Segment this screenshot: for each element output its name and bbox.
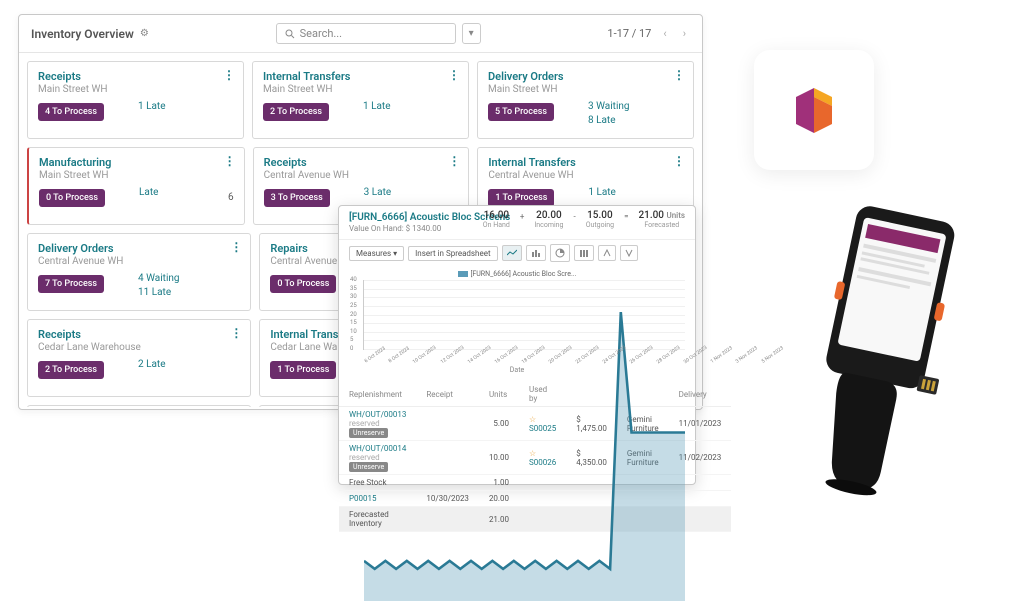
stat-forecast[interactable]: 21.00 UnitsForecasted [638,210,685,229]
card-title: Internal Transfers [488,156,683,169]
card-warehouse: Main Street WH [39,170,234,181]
chart-plot-area[interactable]: 0510152025303540 [363,280,685,350]
app-logo [754,50,874,170]
forecast-header: [FURN_6666] Acoustic Bloc Screens Value … [339,206,695,240]
measures-button[interactable]: Measures ▾ [349,246,404,261]
operation-card[interactable]: ⋮ReceiptsCedar Lane Warehouse 2 To Proces… [27,319,251,397]
stock-stats: 16.00On Hand + 20.00Incoming - 15.00Outg… [483,210,685,229]
to-process-button[interactable]: 2 To Process [38,361,104,379]
chart-legend: [FURN_6666] Acoustic Bloc Scre... [349,270,685,278]
card-warehouse: Cedar Lane Warehouse [38,342,240,353]
pager: 1-17 / 17 ‹ › [607,25,690,42]
filter-dropdown[interactable]: ▾ [462,23,481,44]
card-menu-icon[interactable]: ⋮ [448,154,460,168]
card-title: Receipts [264,156,459,169]
page-title: Inventory Overview [31,27,134,41]
card-status[interactable]: 4 Waiting11 Late [138,272,180,300]
card-warehouse: Main Street WH [38,84,233,95]
stat-incoming[interactable]: 20.00Incoming [534,210,563,229]
card-status[interactable]: 3 Late [364,186,392,200]
card-status[interactable]: 2 Late [138,358,166,372]
forecast-chart: [FURN_6666] Acoustic Bloc Scre... 051015… [339,266,695,378]
operation-card[interactable]: ⋮Internal TransfersMain Street WH 2 To Pr… [252,61,469,139]
card-menu-icon[interactable]: ⋮ [448,68,460,82]
card-menu-icon[interactable]: ⋮ [673,68,685,82]
stat-outgoing[interactable]: 15.00Outgoing [586,210,614,229]
pager-next[interactable]: › [679,25,690,42]
card-menu-icon[interactable]: ⋮ [230,240,242,254]
sort-desc-icon[interactable] [620,245,638,261]
card-warehouse: Main Street WH [263,84,458,95]
card-warehouse: Central Avenue WH [488,170,683,181]
to-process-button[interactable]: 3 To Process [264,189,330,207]
search-placeholder: Search... [300,27,343,40]
chart-type-pie-icon[interactable] [550,244,570,262]
sort-asc-icon[interactable] [598,245,616,261]
to-process-button[interactable]: 1 To Process [270,361,336,379]
topbar: Inventory Overview ⚙ Search... ▾ 1-17 / … [19,15,702,53]
operation-card[interactable]: ⋮ManufacturingMain Street WH 0 To Process… [27,147,245,225]
to-process-button[interactable]: 7 To Process [38,275,104,293]
pager-text: 1-17 / 17 [607,27,651,40]
card-title: Receipts [38,70,233,83]
to-process-button[interactable]: 2 To Process [263,103,329,121]
card-menu-icon[interactable]: ⋮ [230,326,242,340]
forecast-panel: [FURN_6666] Acoustic Bloc Screens Value … [338,205,696,485]
minus-icon: - [573,210,575,221]
operation-card[interactable]: ⋮Pack [27,405,251,407]
gear-icon[interactable]: ⚙ [140,28,149,39]
card-status[interactable]: 1 Late [363,100,391,114]
pager-prev[interactable]: ‹ [659,25,670,42]
card-menu-icon[interactable]: ⋮ [673,154,685,168]
card-warehouse: Central Avenue WH [264,170,459,181]
chart-type-stacked-icon[interactable] [574,245,594,261]
stat-onhand[interactable]: 16.00On Hand [483,210,510,229]
to-process-button[interactable]: 0 To Process [39,189,105,207]
to-process-button[interactable]: 0 To Process [270,275,336,293]
card-status[interactable]: 1 Late [588,186,616,200]
operation-card[interactable]: ⋮Delivery OrdersCentral Avenue WH 7 To Pr… [27,233,251,311]
operation-card[interactable]: ⋮ReceiptsMain Street WH 4 To Process 1 Lat… [27,61,244,139]
card-status[interactable]: 3 Waiting8 Late [588,100,630,128]
to-process-button[interactable]: 5 To Process [488,103,554,121]
card-title: Delivery Orders [488,70,683,83]
chart-type-line-icon[interactable] [502,245,522,261]
barcode-scanner-device [774,200,974,500]
card-title: Delivery Orders [38,242,240,255]
chart-toolbar: Measures ▾ Insert in Spreadsheet [339,240,695,266]
card-warehouse: Main Street WH [488,84,683,95]
card-status[interactable]: 1 Late [138,100,166,114]
card-warehouse: Central Avenue WH [38,256,240,267]
card-title: Manufacturing [39,156,234,169]
search-input[interactable]: Search... [276,23,456,44]
card-title: Internal Transfers [263,70,458,83]
card-count: 6 [228,192,234,203]
card-title: Receipts [38,328,240,341]
insert-spreadsheet-button[interactable]: Insert in Spreadsheet [408,246,497,261]
card-status[interactable]: Late [139,186,158,200]
operation-card[interactable]: ⋮Delivery OrdersMain Street WH 5 To Proce… [477,61,694,139]
to-process-button[interactable]: 4 To Process [38,103,104,121]
card-menu-icon[interactable]: ⋮ [223,68,235,82]
equals-icon: = [624,210,628,221]
chart-type-bar-icon[interactable] [526,245,546,261]
card-menu-icon[interactable]: ⋮ [224,154,236,168]
plus-icon: + [520,210,525,221]
